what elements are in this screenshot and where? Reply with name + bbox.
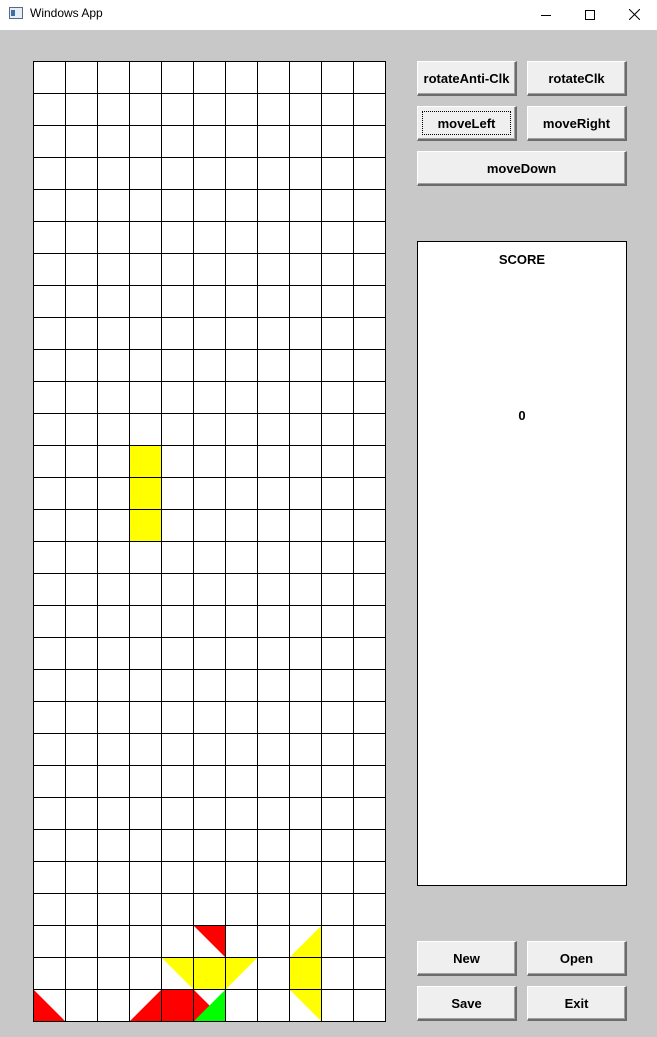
window-title: Windows App: [30, 6, 103, 20]
rotate-anti-clockwise-button[interactable]: rotateAnti-Clk: [417, 61, 517, 96]
minimize-icon: [541, 14, 551, 16]
exit-button[interactable]: Exit: [527, 986, 627, 1021]
block-yellow-1-cell-1: [129, 445, 162, 478]
close-icon: [628, 9, 640, 20]
block-yellow-1-cell-2: [129, 477, 162, 510]
save-game-button[interactable]: Save: [417, 986, 517, 1021]
title-bar: Windows App: [0, 0, 657, 30]
tetris-grid: [33, 61, 386, 1022]
move-down-button[interactable]: moveDown: [417, 151, 627, 186]
move-left-button[interactable]: moveLeft: [417, 106, 517, 141]
rotate-clockwise-button[interactable]: rotateClk: [527, 61, 627, 96]
minimize-button[interactable]: [523, 0, 569, 29]
maximize-button[interactable]: [567, 0, 613, 29]
score-value: 0: [518, 408, 526, 423]
maximize-icon: [585, 9, 595, 20]
block-yellow-1-cell-3: [129, 509, 162, 542]
app-window-icon: [9, 7, 23, 19]
game-board: [33, 61, 386, 1022]
close-button[interactable]: [611, 0, 657, 29]
score-panel: SCORE 0: [417, 241, 627, 886]
open-game-button[interactable]: Open: [527, 941, 627, 976]
score-title: SCORE: [498, 252, 546, 267]
new-game-button[interactable]: New: [417, 941, 517, 976]
move-right-button[interactable]: moveRight: [527, 106, 627, 141]
